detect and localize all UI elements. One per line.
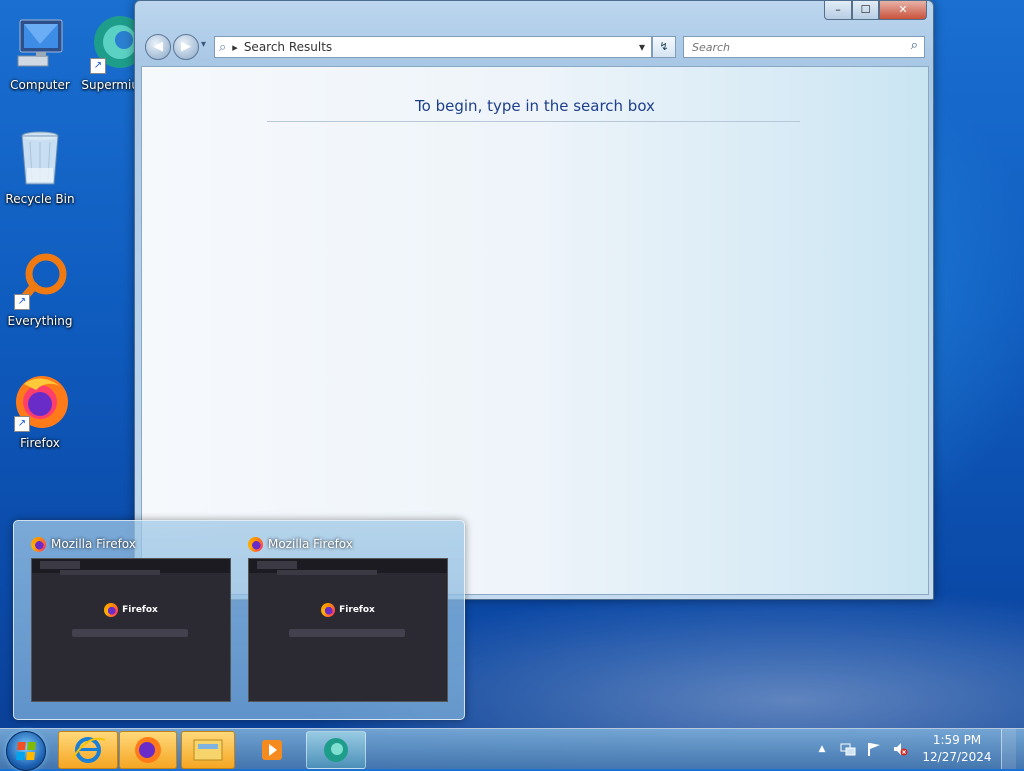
network-icon[interactable] <box>840 741 856 757</box>
close-button[interactable]: ✕ <box>879 1 927 20</box>
firefox-brand-text: Firefox <box>122 605 158 615</box>
clock[interactable]: 1:59 PM 12/27/2024 <box>921 732 993 766</box>
media-player-icon <box>262 740 282 760</box>
windows-logo-icon <box>16 742 36 760</box>
search-box[interactable]: ⌕ <box>683 36 925 58</box>
empty-search-message: To begin, type in the search box <box>415 97 655 115</box>
volume-muted-icon[interactable] <box>892 741 908 757</box>
caption-buttons: – ☐ ✕ <box>824 1 927 20</box>
results-pane[interactable]: To begin, type in the search box <box>141 66 929 595</box>
search-icon[interactable]: ⌕ <box>911 38 918 53</box>
search-folder-icon: ⌕ <box>219 39 227 55</box>
preview-thumbnail[interactable]: Firefox <box>31 558 231 702</box>
recent-pages-chevron-icon[interactable]: ▾ <box>201 39 206 50</box>
taskbar-firefox[interactable] <box>119 731 177 769</box>
action-center-flag-icon[interactable] <box>866 741 882 757</box>
address-bar[interactable]: ⌕ ▸ Search Results ▾ <box>214 36 652 58</box>
back-button[interactable]: ◀ <box>145 34 171 60</box>
show-desktop-button[interactable] <box>1001 729 1016 769</box>
firefox-brand-text: Firefox <box>339 605 375 615</box>
breadcrumb-arrow-icon[interactable]: ▸ <box>232 41 238 54</box>
taskbar-internet-explorer[interactable] <box>58 731 118 769</box>
minimize-button[interactable]: – <box>824 1 852 20</box>
desktop-icon-label: Everything <box>7 314 73 328</box>
forward-button[interactable]: ▶ <box>173 34 199 60</box>
everything-search-icon: ↗ <box>10 250 70 310</box>
divider <box>267 121 800 122</box>
recycle-bin-icon <box>10 128 70 188</box>
taskbar-media-player[interactable] <box>242 731 302 769</box>
desktop-icon-label: Computer <box>10 78 70 92</box>
preview-title: Mozilla Firefox <box>268 537 353 551</box>
computer-icon <box>10 14 70 74</box>
desktop-icon-label: Firefox <box>20 436 60 450</box>
clock-time: 1:59 PM <box>932 733 982 747</box>
breadcrumb-search-results[interactable]: Search Results <box>244 40 639 54</box>
shortcut-arrow-icon: ↗ <box>90 58 106 74</box>
refresh-button[interactable]: ↯ <box>652 36 676 58</box>
taskbar-supermium[interactable] <box>306 731 366 769</box>
taskbar-file-explorer[interactable] <box>181 731 235 769</box>
firefox-icon <box>31 536 46 552</box>
maximize-button[interactable]: ☐ <box>852 1 879 20</box>
desktop-icon-computer[interactable]: Computer <box>0 14 80 92</box>
preview-window-1[interactable]: Mozilla Firefox Firefox <box>31 533 231 702</box>
desktop-icon-everything[interactable]: ↗ Everything <box>0 250 80 328</box>
firefox-logo-icon <box>321 603 336 617</box>
preview-title: Mozilla Firefox <box>51 537 136 551</box>
desktop-icon-firefox[interactable]: ↗ Firefox <box>0 372 80 450</box>
system-tray: ▲ 1:59 PM 12/27/2024 <box>809 729 1016 769</box>
search-input[interactable] <box>690 37 894 57</box>
address-dropdown-icon[interactable]: ▾ <box>639 40 645 54</box>
taskbar-preview-popup: Mozilla Firefox Firefox Mozilla Firefox … <box>13 520 465 720</box>
firefox-icon <box>248 536 263 552</box>
firefox-logo-icon <box>104 603 119 617</box>
shortcut-arrow-icon: ↗ <box>14 416 30 432</box>
taskbar: ▲ 1:59 PM 12/27/2024 <box>0 728 1024 771</box>
supermium-icon <box>324 738 348 762</box>
firefox-icon <box>135 737 161 763</box>
internet-explorer-icon <box>72 737 106 763</box>
explorer-window[interactable]: – ☐ ✕ ◀ ▶ ▾ ⌕ ▸ Search Results ▾ ↯ ⌕ To … <box>134 0 934 600</box>
clock-date: 12/27/2024 <box>922 750 992 764</box>
show-hidden-icons-icon[interactable]: ▲ <box>814 741 830 757</box>
preview-window-2[interactable]: Mozilla Firefox Firefox <box>248 533 448 702</box>
firefox-icon: ↗ <box>10 372 70 432</box>
shortcut-arrow-icon: ↗ <box>14 294 30 310</box>
start-button[interactable] <box>6 731 46 771</box>
desktop-icon-recycle-bin[interactable]: Recycle Bin <box>0 128 80 206</box>
preview-thumbnail[interactable]: Firefox <box>248 558 448 702</box>
desktop-icon-label: Recycle Bin <box>5 192 75 206</box>
folder-icon <box>193 739 223 761</box>
